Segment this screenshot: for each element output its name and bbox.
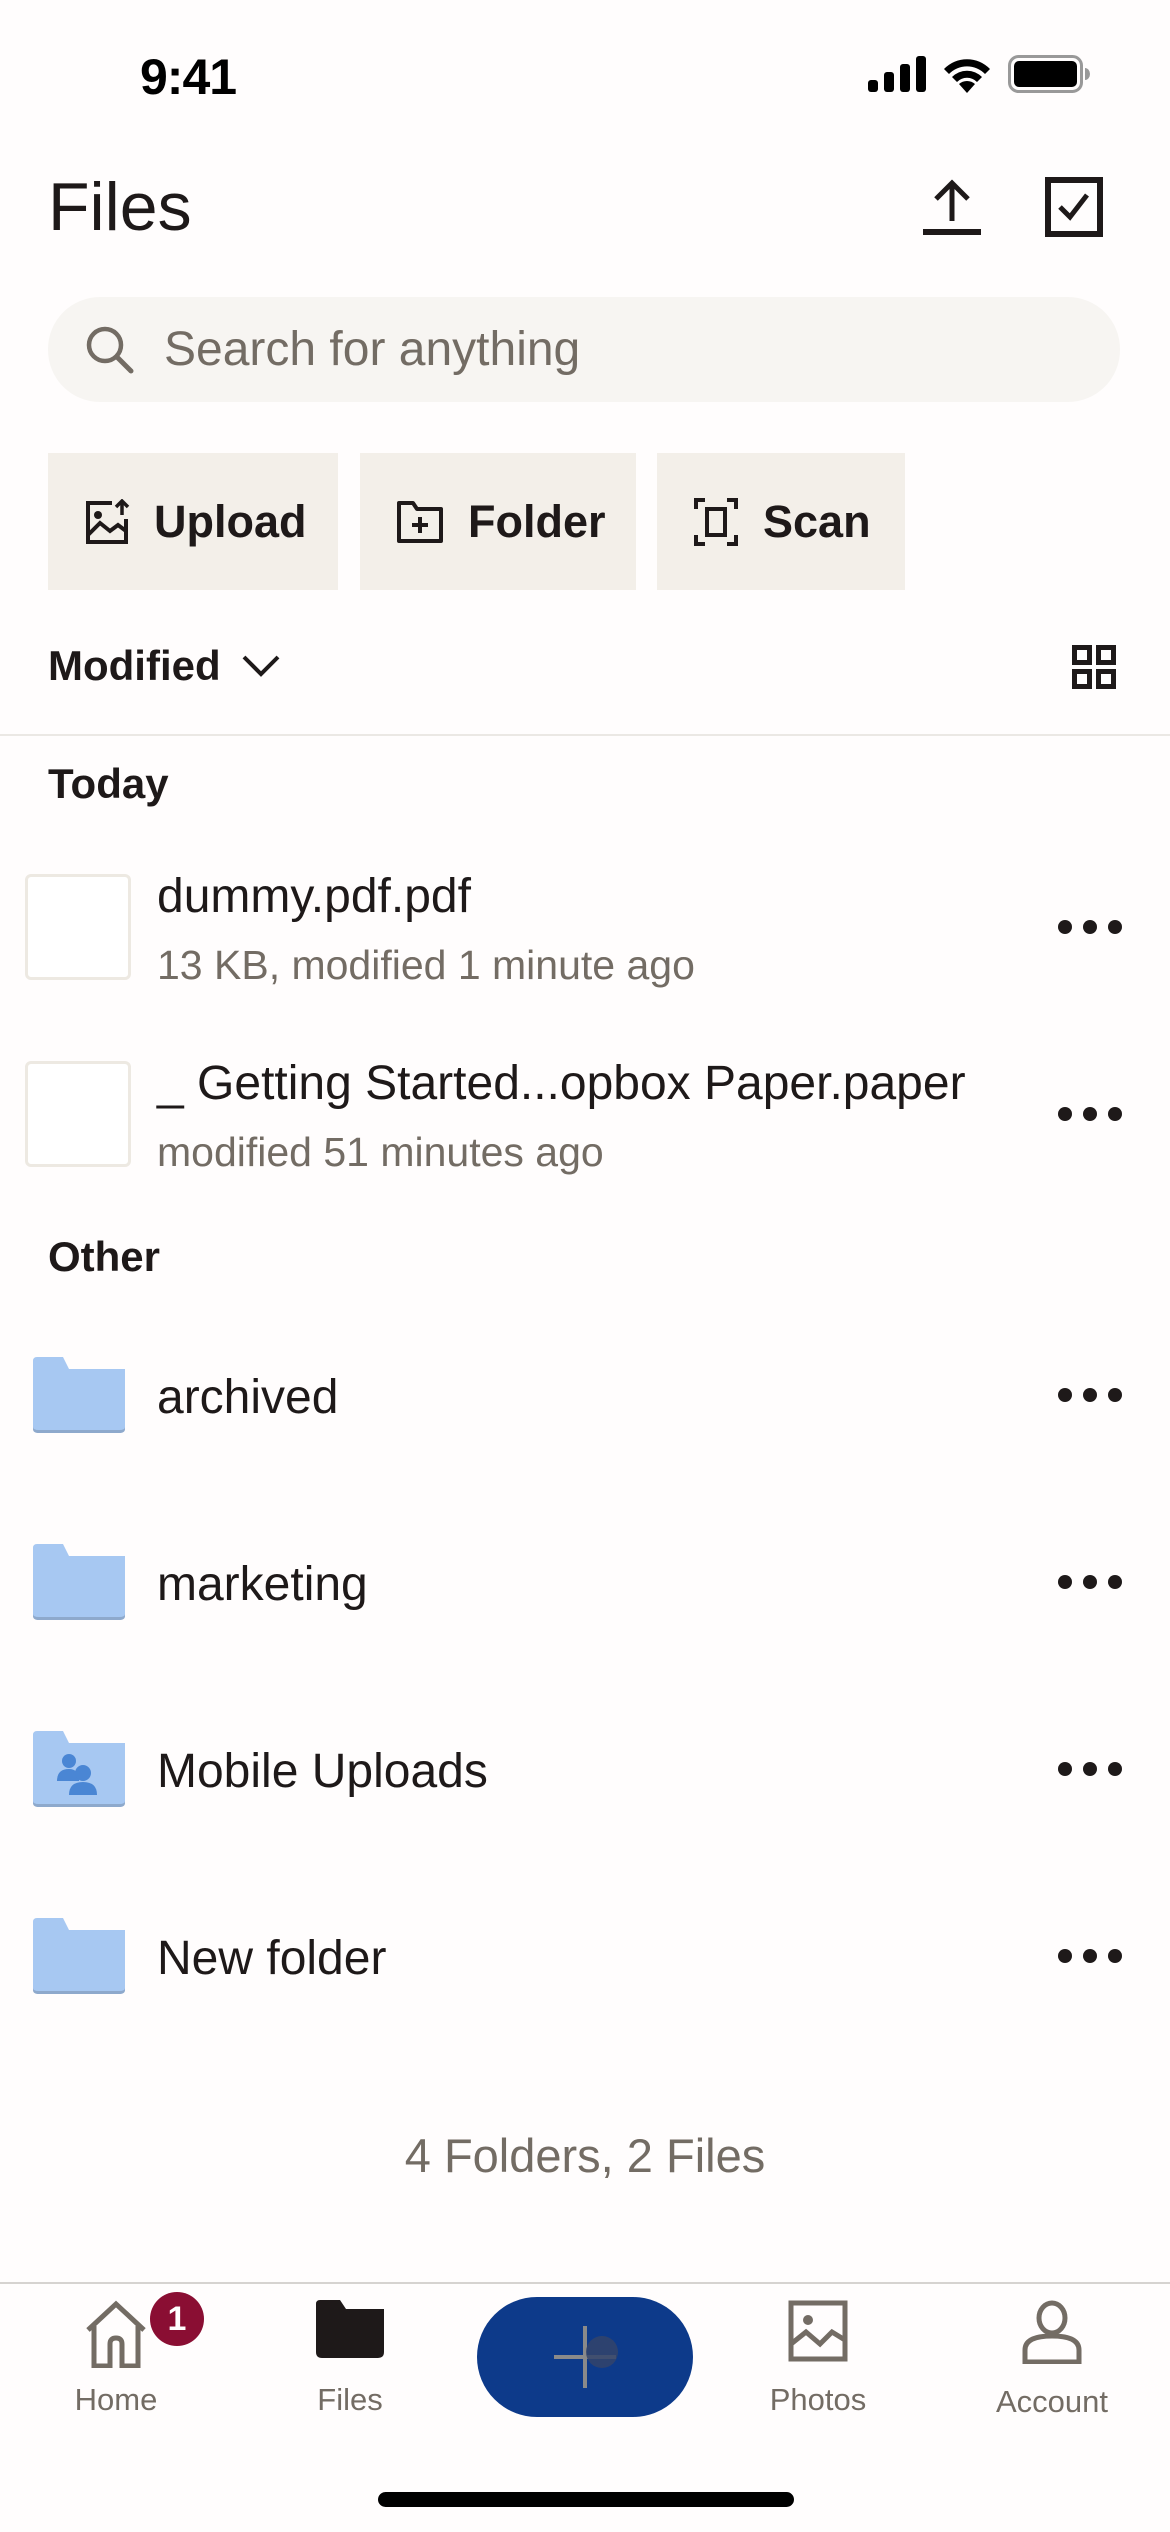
file-name: dummy.pdf.pdf bbox=[157, 870, 471, 923]
item-count-summary: 4 Folders, 2 Files bbox=[404, 2129, 766, 2182]
more-dot bbox=[1058, 1107, 1072, 1121]
file-subtitle: modified 51 minutes ago bbox=[157, 1129, 604, 1175]
status-time: 9:41 bbox=[140, 49, 237, 105]
more-dot bbox=[1083, 920, 1097, 934]
section-header-other: Other bbox=[48, 1233, 161, 1280]
file-row[interactable]: dummy.pdf.pdf 13 KB, modified 1 minute a… bbox=[0, 860, 1170, 1000]
tab-files[interactable]: Files bbox=[250, 2300, 450, 2418]
select-checkbox-icon bbox=[1045, 177, 1103, 237]
folder-name: New folder bbox=[157, 1932, 387, 1985]
more-dot bbox=[1058, 1762, 1072, 1776]
photos-icon bbox=[788, 2300, 848, 2362]
tab-label: Photos bbox=[769, 2382, 867, 2417]
folder-name: archived bbox=[157, 1371, 339, 1424]
more-options-button[interactable] bbox=[1058, 1094, 1122, 1134]
tab-label: Files bbox=[317, 2382, 383, 2417]
file-name: _ Getting Started...opbox Paper.paper bbox=[157, 1057, 966, 1110]
folder-icon bbox=[33, 1918, 125, 1994]
chevron-down-icon bbox=[242, 655, 280, 677]
tab-account[interactable]: Account bbox=[952, 2300, 1152, 2420]
more-dot bbox=[1108, 920, 1122, 934]
more-dot bbox=[1083, 1107, 1097, 1121]
scan-button[interactable]: Scan bbox=[657, 453, 905, 590]
page-title: Files bbox=[48, 169, 192, 245]
more-dot bbox=[1083, 1575, 1097, 1589]
upload-action-label: Upload bbox=[154, 495, 307, 547]
more-options-button[interactable] bbox=[1058, 1749, 1122, 1789]
more-dot bbox=[1108, 1107, 1122, 1121]
folder-name: marketing bbox=[157, 1558, 368, 1611]
new-folder-button[interactable]: Folder bbox=[360, 453, 636, 590]
create-fab-button[interactable] bbox=[477, 2297, 693, 2417]
shared-folder-icon bbox=[33, 1731, 125, 1807]
view-toggle-button[interactable] bbox=[1072, 645, 1122, 695]
folder-row[interactable]: marketing bbox=[0, 1527, 1170, 1637]
more-options-button[interactable] bbox=[1058, 1375, 1122, 1415]
folder-row[interactable]: New folder bbox=[0, 1901, 1170, 2011]
wifi-icon bbox=[944, 59, 990, 93]
tabbar-divider bbox=[0, 2282, 1170, 2284]
file-row[interactable]: _ Getting Started...opbox Paper.paper mo… bbox=[0, 1047, 1170, 1187]
more-dot bbox=[1108, 1762, 1122, 1776]
more-options-button[interactable] bbox=[1058, 907, 1122, 947]
grid-view-icon bbox=[1072, 645, 1116, 689]
new-folder-icon bbox=[397, 500, 443, 543]
tab-label: Account bbox=[995, 2384, 1108, 2419]
upload-icon bbox=[923, 179, 981, 235]
more-dot bbox=[1058, 1949, 1072, 1963]
file-thumbnail bbox=[25, 874, 131, 980]
folder-name: Mobile Uploads bbox=[157, 1745, 488, 1798]
scan-icon bbox=[694, 497, 738, 546]
file-thumbnail bbox=[25, 1061, 131, 1167]
sort-dropdown[interactable]: Modified bbox=[48, 642, 281, 690]
tab-photos[interactable]: Photos bbox=[718, 2300, 918, 2418]
scan-label: Scan bbox=[763, 495, 871, 547]
more-dot bbox=[1083, 1762, 1097, 1776]
section-header-today: Today bbox=[48, 760, 169, 807]
folder-row[interactable]: archived bbox=[0, 1340, 1170, 1450]
divider bbox=[0, 734, 1170, 736]
search-input[interactable] bbox=[164, 322, 1064, 377]
upload-action-button[interactable]: Upload bbox=[48, 453, 338, 590]
more-dot bbox=[1108, 1575, 1122, 1589]
new-folder-label: Folder bbox=[468, 495, 606, 547]
folder-row[interactable]: Mobile Uploads bbox=[0, 1714, 1170, 1824]
select-button[interactable] bbox=[1042, 175, 1106, 239]
sort-label: Modified bbox=[48, 642, 221, 689]
search-icon bbox=[86, 326, 134, 373]
tab-label: Home bbox=[74, 2382, 158, 2417]
more-options-button[interactable] bbox=[1058, 1562, 1122, 1602]
more-dot bbox=[1058, 920, 1072, 934]
photo-upload-icon bbox=[86, 498, 130, 544]
file-subtitle: 13 KB, modified 1 minute ago bbox=[157, 942, 695, 988]
more-dot bbox=[1058, 1388, 1072, 1402]
more-dot bbox=[1058, 1575, 1072, 1589]
cellular-signal-icon bbox=[868, 56, 926, 92]
folder-icon bbox=[33, 1544, 125, 1620]
files-folder-icon bbox=[316, 2300, 384, 2358]
home-icon bbox=[86, 2300, 146, 2368]
more-dot bbox=[1108, 1388, 1122, 1402]
battery-icon bbox=[1008, 55, 1090, 93]
notification-badge: 1 bbox=[150, 2292, 204, 2346]
search-bar[interactable] bbox=[48, 297, 1120, 402]
upload-button[interactable] bbox=[920, 175, 984, 239]
plus-icon bbox=[554, 2326, 618, 2388]
folder-icon bbox=[33, 1357, 125, 1433]
account-icon bbox=[1022, 2300, 1082, 2364]
more-dot bbox=[1083, 1388, 1097, 1402]
more-options-button[interactable] bbox=[1058, 1936, 1122, 1976]
home-indicator bbox=[378, 2492, 794, 2507]
more-dot bbox=[1108, 1949, 1122, 1963]
more-dot bbox=[1083, 1949, 1097, 1963]
status-icons bbox=[868, 55, 1090, 93]
